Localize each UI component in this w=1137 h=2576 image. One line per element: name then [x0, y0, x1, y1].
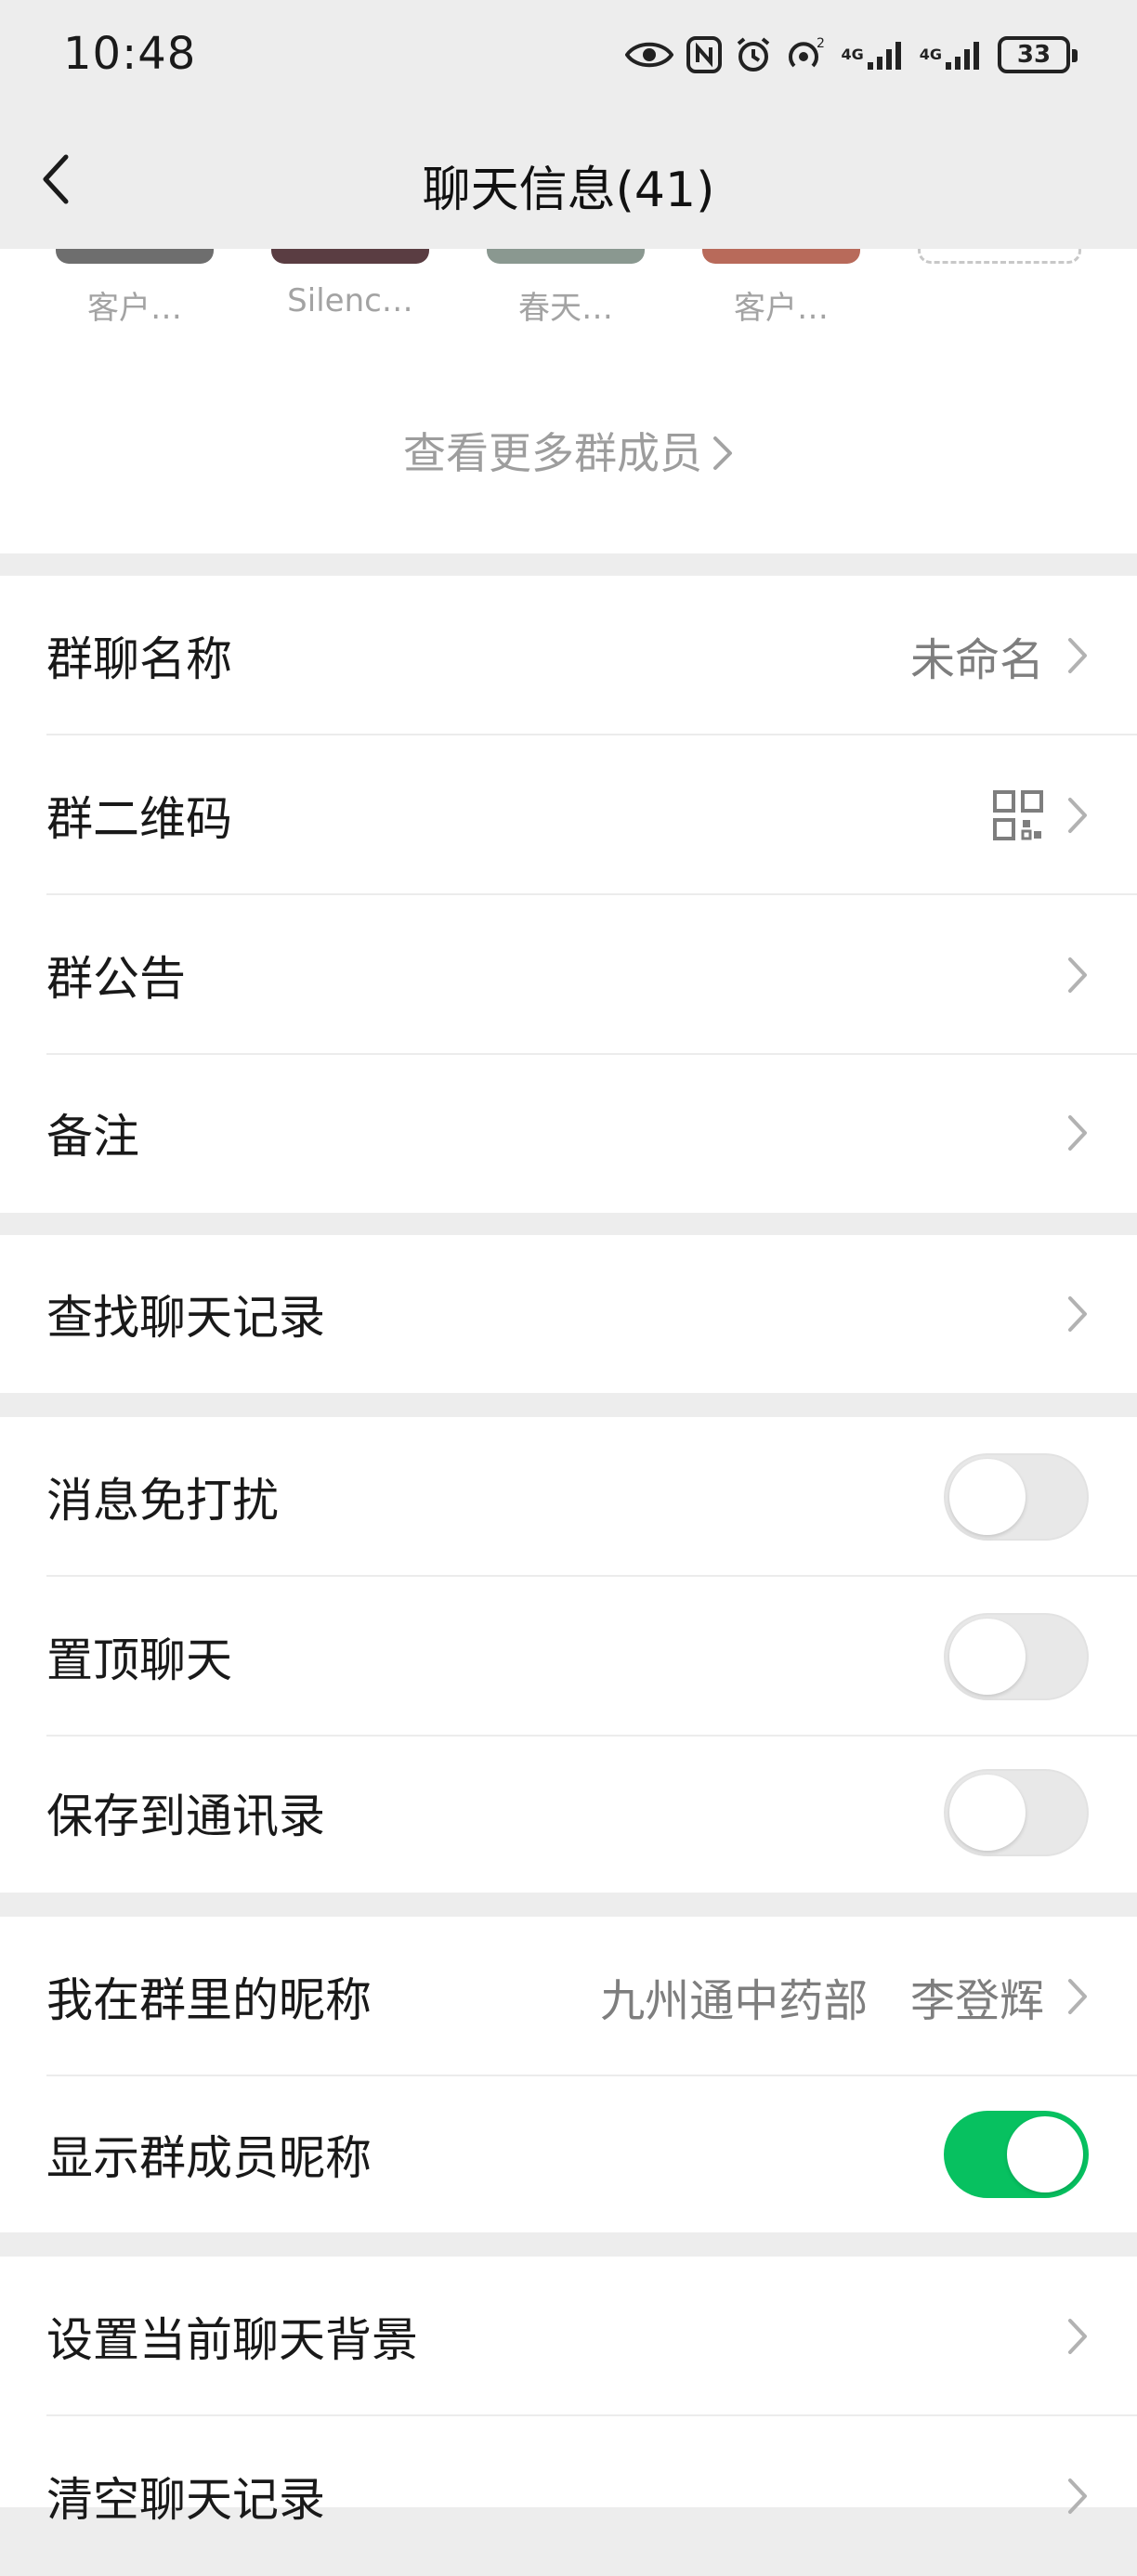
mute-notifications-row: 消息免打扰 [0, 1417, 1137, 1577]
show-member-nickname-row: 显示群成员昵称 [0, 2075, 1137, 2234]
chevron-right-icon [1068, 638, 1087, 673]
chat-settings-section: 设置当前聊天背景 清空聊天记录 [0, 2257, 1137, 2527]
search-history-section: 查找聊天记录 [0, 1235, 1137, 1393]
save-to-contacts-toggle[interactable] [944, 1769, 1089, 1856]
signal-icon: 4G [920, 38, 985, 72]
member-name: 客户… [734, 290, 829, 327]
member-name: 客户… [87, 290, 182, 327]
signal-icon: 4G [841, 38, 906, 72]
avatar[interactable] [56, 249, 214, 264]
row-label: 消息免打扰 [46, 1474, 279, 1528]
show-member-nickname-toggle[interactable] [944, 2111, 1089, 2198]
chevron-right-icon [1068, 1115, 1087, 1151]
view-more-members-link[interactable]: 查看更多群成员 [0, 420, 1137, 482]
group-name-row[interactable]: 群聊名称 未命名 [0, 576, 1137, 735]
row-label: 清空聊天记录 [46, 2473, 325, 2527]
row-label: 保存到通讯录 [46, 1789, 325, 1843]
avatar[interactable] [271, 249, 429, 264]
my-group-nickname-value: 九州通中药部 李登辉 [600, 1975, 1044, 2027]
set-chat-background-row[interactable]: 设置当前聊天背景 [0, 2257, 1137, 2416]
row-label: 置顶聊天 [46, 1633, 232, 1687]
status-bar: 10:48 2 4G 4G 33 [0, 0, 1137, 111]
chat-toggles-section: 消息免打扰 置顶聊天 保存到通讯录 [0, 1417, 1137, 1893]
member-name: Silenc… [287, 282, 413, 319]
group-qrcode-row[interactable]: 群二维码 [0, 735, 1137, 895]
chevron-right-icon [1068, 1979, 1087, 2014]
chevron-right-icon [712, 432, 734, 482]
group-announcement-row[interactable]: 群公告 [0, 895, 1137, 1055]
my-group-nickname-row[interactable]: 我在群里的昵称 九州通中药部 李登辉 [0, 1917, 1137, 2076]
sticky-on-top-row: 置顶聊天 [0, 1577, 1137, 1737]
group-name-value: 未命名 [909, 634, 1044, 686]
alarm-icon [735, 36, 772, 73]
nav-bar: 聊天信息(41) [0, 111, 1137, 249]
eye-icon [625, 39, 674, 71]
row-label: 我在群里的昵称 [46, 1973, 372, 2027]
members-section: 客户… Silenc… 春天… 客户… 查看更多群成员 [0, 249, 1137, 553]
nickname-section: 我在群里的昵称 九州通中药部 李登辉 显示群成员昵称 [0, 1917, 1137, 2232]
mute-notifications-toggle[interactable] [944, 1453, 1089, 1541]
row-label: 设置当前聊天背景 [46, 2313, 418, 2367]
row-label: 群公告 [46, 952, 186, 1006]
member-name: 春天… [518, 290, 613, 327]
status-icons: 2 4G 4G 33 [625, 32, 1078, 78]
row-label: 查找聊天记录 [46, 1291, 325, 1345]
group-remark-row[interactable]: 备注 [0, 1053, 1137, 1213]
svg-text:2: 2 [817, 36, 825, 51]
chevron-right-icon [1068, 2478, 1087, 2514]
hotspot-icon: 2 [785, 36, 828, 73]
clear-chat-history-row[interactable]: 清空聊天记录 [0, 2416, 1137, 2576]
avatar[interactable] [487, 249, 645, 264]
add-member-icon[interactable] [918, 249, 1081, 264]
row-label: 备注 [46, 1110, 139, 1164]
chevron-right-icon [1068, 798, 1087, 833]
search-chat-history-row[interactable]: 查找聊天记录 [0, 1235, 1137, 1393]
row-label: 显示群成员昵称 [46, 2131, 372, 2185]
row-label: 群聊名称 [46, 632, 232, 686]
battery-icon: 33 [998, 36, 1078, 73]
sticky-on-top-toggle[interactable] [944, 1613, 1089, 1700]
status-time: 10:48 [63, 28, 197, 80]
qr-code-icon [993, 790, 1043, 840]
row-label: 群二维码 [46, 792, 232, 846]
chevron-right-icon [1068, 1296, 1087, 1332]
group-info-section: 群聊名称 未命名 群二维码 群公告 备注 [0, 576, 1137, 1213]
page-title: 聊天信息(41) [422, 163, 715, 218]
save-to-contacts-row: 保存到通讯录 [0, 1733, 1137, 1893]
chevron-right-icon [1068, 2319, 1087, 2354]
chevron-right-icon [1068, 957, 1087, 993]
nfc-icon [686, 36, 723, 73]
avatar[interactable] [702, 249, 860, 264]
view-more-members-label: 查看更多群成员 [403, 428, 702, 478]
